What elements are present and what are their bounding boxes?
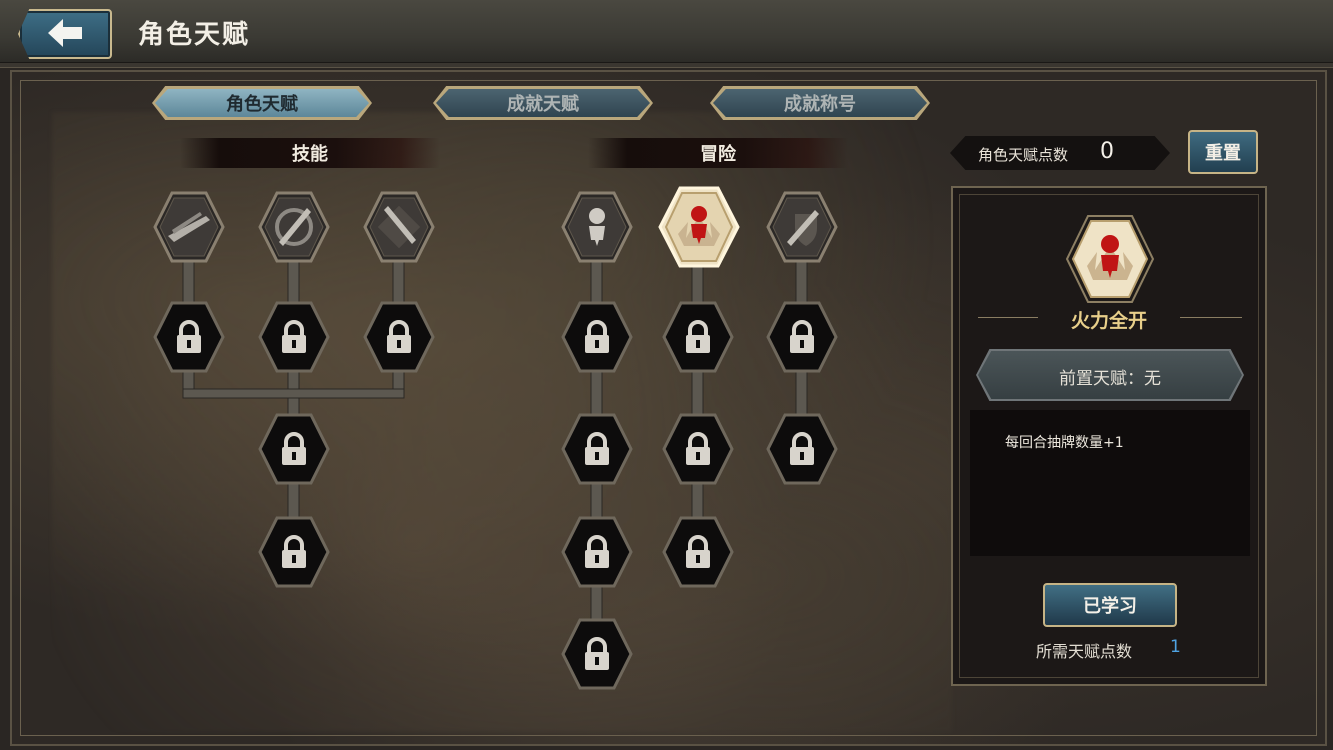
lock-icon: [561, 516, 633, 588]
sword-shield-icon: [766, 191, 838, 263]
section-header-adventure: 冒险: [588, 138, 848, 168]
talent-node-adventure-7[interactable]: [560, 412, 634, 486]
talent-node-adventure-2-selected[interactable]: [658, 186, 740, 268]
lock-icon: [258, 301, 330, 373]
prerequisite-text: 前置天赋：无: [1059, 369, 1161, 389]
slash-shield-icon: [258, 191, 330, 263]
tab-label: 成就称号: [713, 89, 927, 117]
lock-icon: [153, 301, 225, 373]
page-title: 角色天赋: [138, 20, 251, 50]
fire-character-icon: [1065, 215, 1155, 303]
talent-description: 每回合抽牌数量+1: [1005, 435, 1124, 451]
learned-button[interactable]: 已学习: [1043, 583, 1177, 627]
section-header-skills: 技能: [180, 138, 440, 168]
talent-name: 火力全开: [1070, 310, 1147, 332]
lock-icon: [258, 413, 330, 485]
lock-icon: [258, 516, 330, 588]
lock-icon: [662, 516, 734, 588]
talent-node-skill-5[interactable]: [257, 300, 331, 374]
talent-node-adventure-1[interactable]: [560, 190, 634, 264]
talent-node-skill-4[interactable]: [152, 300, 226, 374]
tab-character-talent[interactable]: 角色天赋: [152, 86, 372, 120]
talent-node-adventure-11[interactable]: [661, 515, 735, 589]
tab-achievement-title[interactable]: 成就称号: [710, 86, 930, 120]
talent-node-adventure-10[interactable]: [560, 515, 634, 589]
back-button[interactable]: [18, 9, 112, 59]
sword-icon: [153, 191, 225, 263]
lock-icon: [662, 301, 734, 373]
talent-node-adventure-9[interactable]: [765, 412, 839, 486]
talent-node-skill-8[interactable]: [257, 515, 331, 589]
top-bar: 角色天赋: [0, 0, 1333, 68]
lock-icon: [766, 301, 838, 373]
lock-icon: [561, 301, 633, 373]
tab-label: 角色天赋: [155, 89, 369, 117]
talent-node-adventure-8[interactable]: [661, 412, 735, 486]
talent-node-adventure-4[interactable]: [560, 300, 634, 374]
arrow-left-icon: [48, 19, 82, 47]
talent-node-skill-2[interactable]: [257, 190, 331, 264]
reset-button[interactable]: 重置: [1188, 130, 1258, 174]
talent-points-label: 角色天赋点数: [978, 146, 1069, 164]
talent-points-value: 0: [1100, 139, 1114, 164]
talent-node-skill-7[interactable]: [257, 412, 331, 486]
talent-node-adventure-6[interactable]: [765, 300, 839, 374]
talent-node-adventure-5[interactable]: [661, 300, 735, 374]
talent-node-adventure-12[interactable]: [560, 617, 634, 691]
lock-icon: [662, 413, 734, 485]
crossed-feather-icon: [363, 191, 435, 263]
fire-character-icon: [658, 186, 740, 268]
tab-label: 成就天赋: [436, 89, 650, 117]
lock-icon: [561, 413, 633, 485]
tab-achievement-talent[interactable]: 成就天赋: [433, 86, 653, 120]
required-points-label: 所需天赋点数: [1036, 642, 1133, 661]
lock-icon: [363, 301, 435, 373]
talent-node-skill-6[interactable]: [362, 300, 436, 374]
required-points-value: 1: [1170, 637, 1181, 657]
lock-icon: [561, 618, 633, 690]
lock-icon: [766, 413, 838, 485]
talent-node-skill-3[interactable]: [362, 190, 436, 264]
character-icon: [561, 191, 633, 263]
talent-node-skill-1[interactable]: [152, 190, 226, 264]
talent-node-adventure-3[interactable]: [765, 190, 839, 264]
